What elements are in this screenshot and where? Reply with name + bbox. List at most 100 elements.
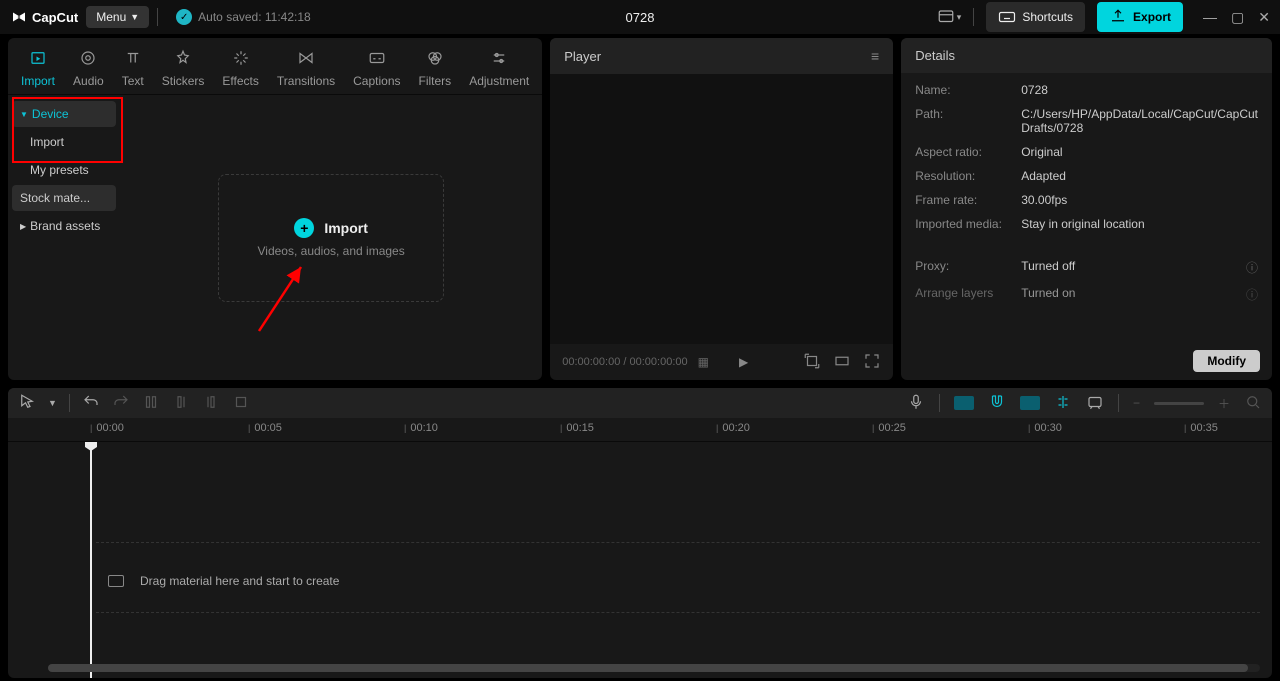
track-toggle-1[interactable] xyxy=(954,396,974,410)
sidebar-item-device[interactable]: ▼Device xyxy=(12,101,116,127)
info-icon[interactable]: ⓘ xyxy=(1246,286,1258,303)
media-icon xyxy=(108,575,124,587)
timeline-ruler[interactable]: 00:00 00:05 00:10 00:15 00:20 00:25 00:3… xyxy=(8,418,1272,442)
adjustment-icon xyxy=(490,46,508,70)
details-body: Name:0728 Path:C:/Users/HP/AppData/Local… xyxy=(901,73,1272,313)
minimize-button[interactable]: — xyxy=(1203,9,1217,26)
player-header: Player ≡ xyxy=(550,38,893,74)
menu-button[interactable]: Menu ▼ xyxy=(86,6,149,28)
ruler-tick: 00:15 xyxy=(560,422,594,434)
info-icon[interactable]: ⓘ xyxy=(1246,259,1258,276)
ruler-tick: 00:00 xyxy=(90,422,124,434)
delete-right-button[interactable] xyxy=(202,393,220,414)
media-tabs: Import Audio Text Stickers Effects Trans… xyxy=(8,38,542,95)
media-panel: Import Audio Text Stickers Effects Trans… xyxy=(8,38,542,380)
ruler-tick: 00:10 xyxy=(404,422,438,434)
split-button[interactable] xyxy=(142,393,160,414)
separator xyxy=(1118,394,1119,412)
stickers-icon xyxy=(174,46,192,70)
text-icon xyxy=(124,46,142,70)
logo-text: CapCut xyxy=(32,10,78,25)
import-tab-icon xyxy=(29,46,47,70)
media-sidebar: ▼Device Import My presets Stock mate... … xyxy=(8,95,120,380)
track-guide xyxy=(96,542,1260,543)
player-controls: 00:00:00:00 / 00:00:00:00 ▦ ▶ xyxy=(550,344,893,380)
sidebar-item-import[interactable]: Import xyxy=(12,129,116,155)
tab-label: Import xyxy=(21,74,55,88)
playhead[interactable] xyxy=(90,442,92,678)
media-body: ▼Device Import My presets Stock mate... … xyxy=(8,95,542,380)
timeline-tracks[interactable]: Drag material here and start to create xyxy=(8,442,1272,678)
tab-label: Effects xyxy=(222,74,258,88)
top-bar: CapCut Menu ▼ ✓ Auto saved: 11:42:18 072… xyxy=(0,0,1280,34)
separator xyxy=(973,8,974,26)
tool-dropdown[interactable]: ▼ xyxy=(48,398,57,408)
undo-button[interactable] xyxy=(82,393,100,414)
preview-button[interactable] xyxy=(1086,393,1104,414)
import-dropzone[interactable]: + Import Videos, audios, and images xyxy=(218,174,444,302)
align-button[interactable] xyxy=(1054,393,1072,414)
tab-text[interactable]: Text xyxy=(113,46,153,94)
tab-label: Transitions xyxy=(277,74,335,88)
fullscreen-button[interactable] xyxy=(863,352,881,373)
sidebar-item-presets[interactable]: My presets xyxy=(12,157,116,183)
tab-effects[interactable]: Effects xyxy=(213,46,267,94)
separator xyxy=(157,8,158,26)
detail-resolution: Resolution:Adapted xyxy=(915,169,1258,183)
ruler-tick: 00:20 xyxy=(716,422,750,434)
timeline-toolbar: ▼ − ＋ xyxy=(8,388,1272,418)
grid-icon[interactable]: ▦ xyxy=(698,355,709,369)
zoom-slider[interactable] xyxy=(1154,402,1204,405)
tab-filters[interactable]: Filters xyxy=(410,46,461,94)
media-dropzone-area: + Import Videos, audios, and images xyxy=(120,95,542,380)
main-row: Import Audio Text Stickers Effects Trans… xyxy=(0,34,1280,380)
crop-button[interactable] xyxy=(232,393,250,414)
player-menu-button[interactable]: ≡ xyxy=(871,48,879,64)
close-button[interactable]: ✕ xyxy=(1258,9,1270,26)
layout-button[interactable]: ▾ xyxy=(937,8,962,26)
plus-icon: + xyxy=(294,218,314,238)
sidebar-item-stock[interactable]: Stock mate... xyxy=(12,185,116,211)
tab-adjustment[interactable]: Adjustment xyxy=(460,46,538,94)
export-button[interactable]: Export xyxy=(1097,2,1183,32)
keyboard-icon xyxy=(998,8,1016,26)
app-logo: CapCut xyxy=(10,8,78,26)
track-toggle-2[interactable] xyxy=(1020,396,1040,410)
sidebar-label: Brand assets xyxy=(30,219,100,233)
tab-transitions[interactable]: Transitions xyxy=(268,46,344,94)
play-button[interactable]: ▶ xyxy=(739,355,748,369)
shortcuts-button[interactable]: Shortcuts xyxy=(986,2,1085,32)
ruler-tick: 00:35 xyxy=(1184,422,1218,434)
mic-button[interactable] xyxy=(907,393,925,414)
maximize-button[interactable]: ▢ xyxy=(1231,9,1244,26)
redo-button[interactable] xyxy=(112,393,130,414)
tab-import[interactable]: Import xyxy=(12,46,64,94)
pointer-tool[interactable] xyxy=(18,393,36,414)
tab-label: Adjustment xyxy=(469,74,529,88)
scale-button[interactable] xyxy=(803,352,821,373)
separator xyxy=(939,394,940,412)
tab-stickers[interactable]: Stickers xyxy=(153,46,214,94)
chevron-down-icon: ▼ xyxy=(130,12,139,22)
tab-audio[interactable]: Audio xyxy=(64,46,113,94)
sidebar-item-brand[interactable]: ▶Brand assets xyxy=(12,213,116,239)
delete-left-button[interactable] xyxy=(172,393,190,414)
drag-hint: Drag material here and start to create xyxy=(108,574,339,588)
modify-button[interactable]: Modify xyxy=(1193,350,1260,372)
import-subtitle: Videos, audios, and images xyxy=(258,244,405,258)
scrollbar-thumb[interactable] xyxy=(48,664,1248,672)
zoom-out-button[interactable]: − xyxy=(1133,396,1140,410)
tab-captions[interactable]: Captions xyxy=(344,46,409,94)
caret-down-icon: ▼ xyxy=(20,110,28,119)
captions-icon xyxy=(368,46,386,70)
ratio-button[interactable] xyxy=(833,352,851,373)
project-title: 0728 xyxy=(626,10,655,25)
audio-icon xyxy=(79,46,97,70)
magnet-button[interactable] xyxy=(988,393,1006,414)
drag-hint-text: Drag material here and start to create xyxy=(140,574,339,588)
topbar-right: ▾ Shortcuts Export — ▢ ✕ xyxy=(937,2,1270,32)
import-title: Import xyxy=(324,220,368,236)
player-panel: Player ≡ 00:00:00:00 / 00:00:00:00 ▦ ▶ xyxy=(550,38,893,380)
zoom-fit-button[interactable] xyxy=(1244,393,1262,414)
zoom-in-button[interactable]: ＋ xyxy=(1218,395,1230,412)
